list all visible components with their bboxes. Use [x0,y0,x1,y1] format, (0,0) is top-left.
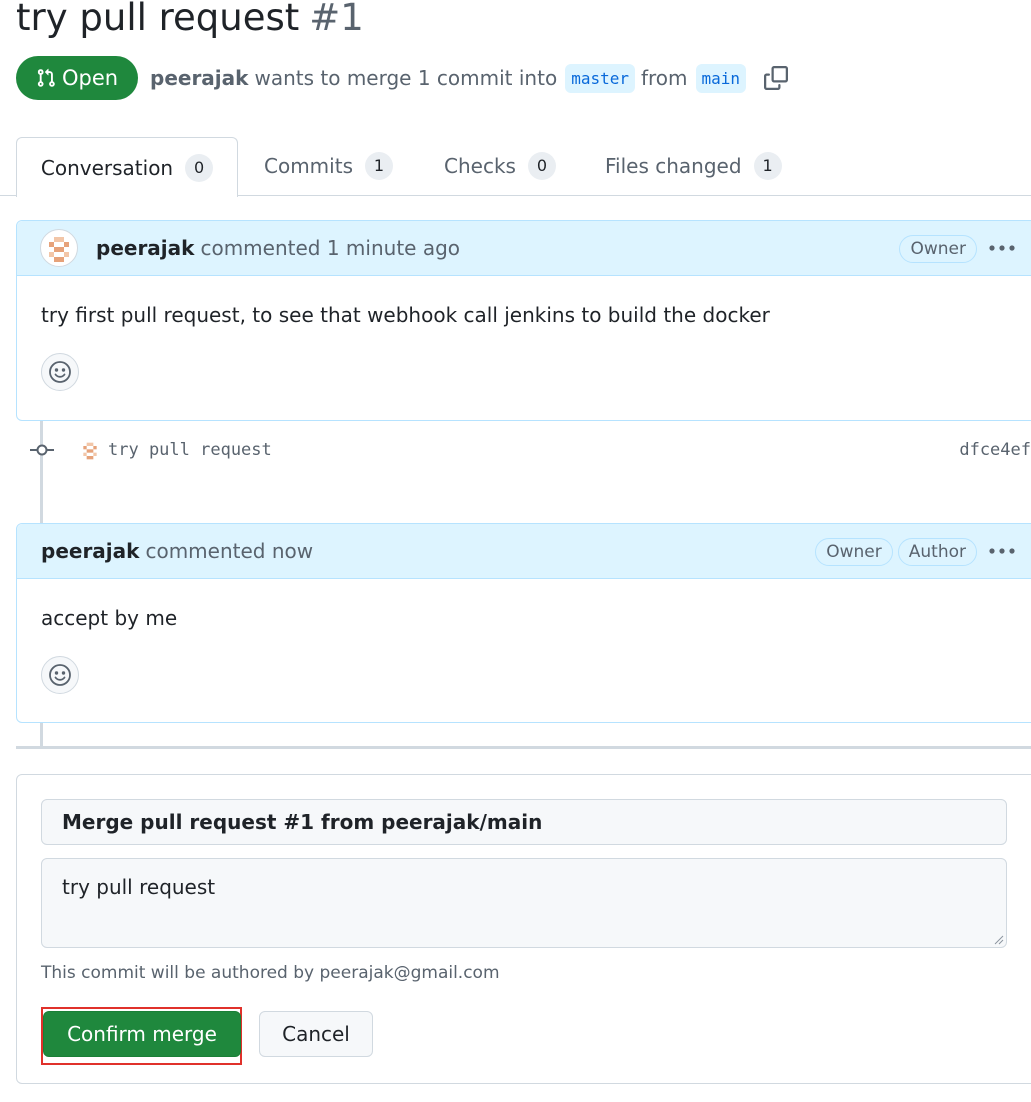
pr-title-text: try pull request [16,0,300,39]
base-branch[interactable]: master [565,63,635,93]
tab-counter: 0 [185,153,214,182]
tab-counter: 1 [364,152,393,180]
pr-state-label: Open [61,66,119,90]
merge-message-textarea[interactable]: try pull request [41,858,1007,948]
comment-labels: Owner Author [810,538,977,566]
commit-sha-link[interactable]: dfce4ef [959,440,1031,460]
owner-badge: Owner [815,538,893,566]
comment-header: peerajak commented now Owner Author [17,524,1031,579]
commit-message-link[interactable]: try pull request [108,440,272,460]
comment-timestamp: commented 1 minute ago [200,236,461,260]
tab-counter: 0 [527,152,556,180]
comment-header: peerajak commented 1 minute ago Owner [17,221,1031,276]
tab-checks[interactable]: Checks 0 [444,137,556,195]
add-reaction-button[interactable] [41,353,79,391]
avatar[interactable] [78,438,102,462]
tab-conversation[interactable]: Conversation 0 [16,137,238,197]
confirm-merge-button[interactable]: Confirm merge [43,1011,241,1057]
resize-handle-icon[interactable] [994,935,1004,945]
comment-author[interactable]: peerajak [96,236,194,260]
comment-author[interactable]: peerajak [41,539,139,563]
pr-tabs: Conversation 0 Commits 1 Checks 0 Files … [0,137,1031,197]
comment-body: try first pull request, to see that webh… [17,276,1031,391]
pr-title: try pull request #1 [16,0,364,39]
head-branch[interactable]: main [695,63,747,93]
tab-label: Commits [264,154,353,178]
pr-number: #1 [309,0,364,39]
tab-commits[interactable]: Commits 1 [264,137,393,195]
comment-timestamp: commented now [145,539,314,563]
owner-badge: Owner [899,235,977,263]
pr-from-text: from [640,66,688,90]
pr-author-link[interactable]: peerajak [150,66,248,90]
smiley-icon [49,664,71,686]
timeline-divider [16,746,1031,749]
merge-title-input[interactable]: Merge pull request #1 from peerajak/main [41,799,1007,845]
add-reaction-button[interactable] [41,656,79,694]
commit-event: try pull request dfce4ef [30,432,1031,468]
comment-card: peerajak commented 1 minute ago Owner tr… [16,220,1031,421]
tab-label: Files changed [605,154,742,178]
pr-state-badge: Open [16,56,138,100]
smiley-icon [49,361,71,383]
avatar[interactable] [40,229,78,267]
comment-card: peerajak commented now Owner Author acce… [16,523,1031,723]
merge-message-text: try pull request [62,875,216,899]
comment-labels: Owner [894,235,977,263]
cancel-button[interactable]: Cancel [259,1011,373,1057]
tab-label: Checks [444,154,516,178]
pr-meta-text: wants to merge 1 commit into [254,66,558,90]
tab-label: Conversation [40,155,174,180]
git-commit-icon [30,444,54,456]
merge-author-note: This commit will be authored by peerajak… [41,963,500,983]
git-pull-request-icon [37,68,55,87]
kebab-menu-icon[interactable] [987,233,1017,263]
tab-files-changed[interactable]: Files changed 1 [605,137,782,195]
comment-text: try first pull request, to see that webh… [41,303,770,327]
comment-text: accept by me [41,606,178,630]
copy-icon[interactable] [764,66,789,90]
tab-counter: 1 [753,152,782,180]
merge-form: Merge pull request #1 from peerajak/main… [16,774,1031,1084]
kebab-menu-icon[interactable] [987,536,1017,566]
pr-meta: peerajak wants to merge 1 commit into ma… [150,60,789,96]
author-badge: Author [897,538,977,566]
comment-body: accept by me [17,579,1031,694]
timeline-line [40,722,43,746]
